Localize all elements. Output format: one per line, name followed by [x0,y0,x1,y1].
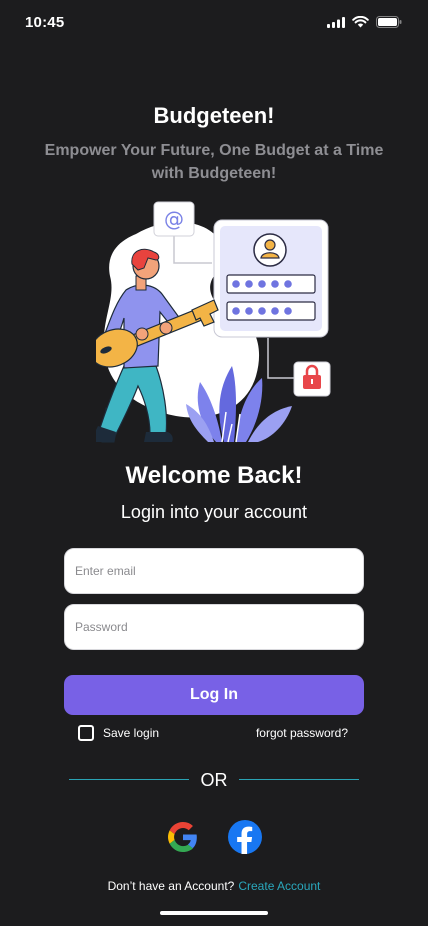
email-field-container [64,548,364,594]
welcome-heading: Welcome Back! [125,462,303,489]
status-bar: 10:45 [0,0,428,46]
or-divider-label: OR [200,770,228,790]
app-title: Budgeteen! [153,103,275,128]
status-time: 10:45 [25,14,65,31]
save-login-label: Save login [103,726,160,740]
lock-badge [293,361,331,397]
create-account-link[interactable]: Create Account [238,879,320,893]
wifi-icon [352,16,369,28]
battery-icon [376,16,402,28]
facebook-icon[interactable] [228,820,262,854]
app-tagline: Empower Your Future, One Budget at a Tim… [44,142,384,182]
forgot-password-link[interactable]: forgot password? [256,726,348,740]
status-icons [327,16,402,28]
login-card-graphic [213,219,329,338]
svg-text:@: @ [164,207,184,231]
connector-line [267,338,294,379]
login-button[interactable]: Log In [64,675,364,715]
save-login-checkbox[interactable] [78,725,94,741]
login-subtitle: Login into your account [120,502,308,522]
signup-prompt: Don’t have an Account? [107,879,235,893]
divider-right [239,779,359,780]
email-badge: @ [153,201,195,237]
signal-icon [327,16,345,28]
google-icon[interactable] [168,822,198,852]
email-field[interactable] [65,549,363,593]
password-field-container [64,604,364,650]
login-illustration: @ [96,201,331,443]
divider-left [69,779,189,780]
password-field[interactable] [65,605,363,649]
home-indicator[interactable] [160,911,268,915]
signup-row: Don’t have an Account? Create Account [0,879,428,893]
save-login-row[interactable]: Save login [78,725,159,741]
